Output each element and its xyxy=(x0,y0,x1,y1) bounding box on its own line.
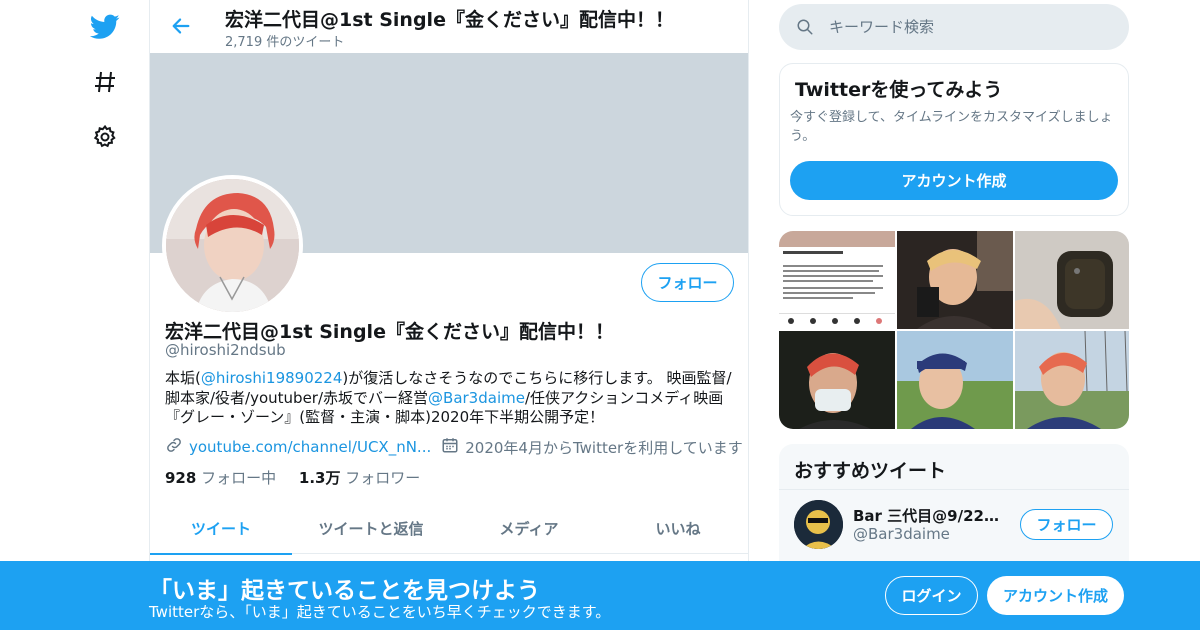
media-thumbnail[interactable] xyxy=(779,331,895,429)
back-arrow-icon[interactable] xyxy=(168,13,194,39)
joined-date: 2020年4月からTwitterを利用しています xyxy=(465,438,743,457)
hashtag-icon[interactable] xyxy=(90,67,120,97)
twitter-bird-icon[interactable] xyxy=(90,12,120,42)
recommended-handle: @Bar3daime xyxy=(853,525,950,543)
signup-card-description: 今すぐ登録して、タイムラインをカスタマイズしましょう。 xyxy=(790,110,1113,144)
profile-stats: 928 フォロー中 1.3万 フォロワー xyxy=(165,467,420,488)
tweet-count: 2,719 件のツイート xyxy=(225,35,345,50)
search-icon xyxy=(795,17,815,37)
recommended-name[interactable]: Bar 三代目@9/22東... xyxy=(853,505,1003,526)
profile-tabs: ツイート ツイートと返信 メディア いいね xyxy=(150,502,748,555)
media-thumbnail[interactable] xyxy=(897,231,1013,329)
profile-bio: 本垢(@hiroshi19890224)が復活しなさそうなのでこちらに移行します… xyxy=(165,369,735,428)
profile-url-link[interactable]: youtube.com/channel/UCX_nN... xyxy=(189,438,431,456)
followers-count: 1.3万 xyxy=(298,469,341,487)
bottom-signup-bar: 「いま」起きていることを見つけよう Twitterなら、「いま」起きていることを… xyxy=(0,561,1200,630)
following-label: フォロー中 xyxy=(201,469,277,487)
tab-tweets[interactable]: ツイート xyxy=(150,502,292,555)
media-thumbnail[interactable] xyxy=(897,331,1013,429)
bio-mention-link[interactable]: @hiroshi19890224 xyxy=(201,369,343,387)
main-column: 宏洋二代目@1st Single『金ください』配信中！！ 2,719 件のツイー… xyxy=(149,0,749,630)
search-input[interactable] xyxy=(829,18,1109,36)
recommended-avatar[interactable] xyxy=(794,500,843,549)
bottom-bar-subtitle: Twitterなら、「いま」起きていることをいち早くチェックできます。 xyxy=(149,603,611,621)
following-count: 928 xyxy=(165,469,197,487)
profile-handle: @hiroshi2ndsub xyxy=(165,341,286,359)
bio-text: 本垢( xyxy=(165,369,201,387)
bottom-create-account-button[interactable]: アカウント作成 xyxy=(987,576,1124,615)
bottom-bar-title: 「いま」起きていることを見つけよう xyxy=(149,578,540,604)
profile-header: 宏洋二代目@1st Single『金ください』配信中！！ 2,719 件のツイー… xyxy=(150,0,748,53)
recommended-follow-button[interactable]: フォロー xyxy=(1020,509,1113,540)
create-account-button[interactable]: アカウント作成 xyxy=(790,161,1118,200)
profile-name: 宏洋二代目@1st Single『金ください』配信中！！ xyxy=(165,321,614,343)
login-button[interactable]: ログイン xyxy=(885,576,978,615)
tab-tweets-and-replies[interactable]: ツイートと返信 xyxy=(292,502,450,554)
link-icon xyxy=(165,436,183,458)
followers-label: フォロワー xyxy=(345,469,421,487)
followers-stat[interactable]: 1.3万 フォロワー xyxy=(299,469,420,487)
media-grid xyxy=(779,231,1129,429)
signup-card: Twitterを使ってみよう 今すぐ登録して、タイムラインをカスタマイズしましょ… xyxy=(779,63,1129,216)
recommended-card: おすすめツイート Bar 三代目@9/22東... @Bar3daime フォロ… xyxy=(779,444,1129,574)
follow-button[interactable]: フォロー xyxy=(641,263,734,302)
tab-likes[interactable]: いいね xyxy=(608,502,748,554)
profile-avatar[interactable] xyxy=(162,175,303,316)
signup-card-title: Twitterを使ってみよう xyxy=(795,79,1003,101)
media-thumbnail[interactable] xyxy=(779,231,895,329)
calendar-icon xyxy=(441,436,459,458)
header-title: 宏洋二代目@1st Single『金ください』配信中！！ xyxy=(225,9,674,31)
tab-media[interactable]: メディア xyxy=(450,502,608,554)
media-thumbnail[interactable] xyxy=(1015,331,1129,429)
left-nav xyxy=(80,0,130,630)
bio-mention-link[interactable]: @Bar3daime xyxy=(428,389,525,407)
following-stat[interactable]: 928 フォロー中 xyxy=(165,469,276,487)
settings-gear-icon[interactable] xyxy=(90,122,120,152)
media-thumbnail[interactable] xyxy=(1015,231,1129,329)
search-box[interactable] xyxy=(779,4,1129,50)
profile-meta: youtube.com/channel/UCX_nN... 2020年4月からT… xyxy=(165,436,743,458)
divider xyxy=(779,489,1129,490)
recommended-title: おすすめツイート xyxy=(794,460,947,482)
